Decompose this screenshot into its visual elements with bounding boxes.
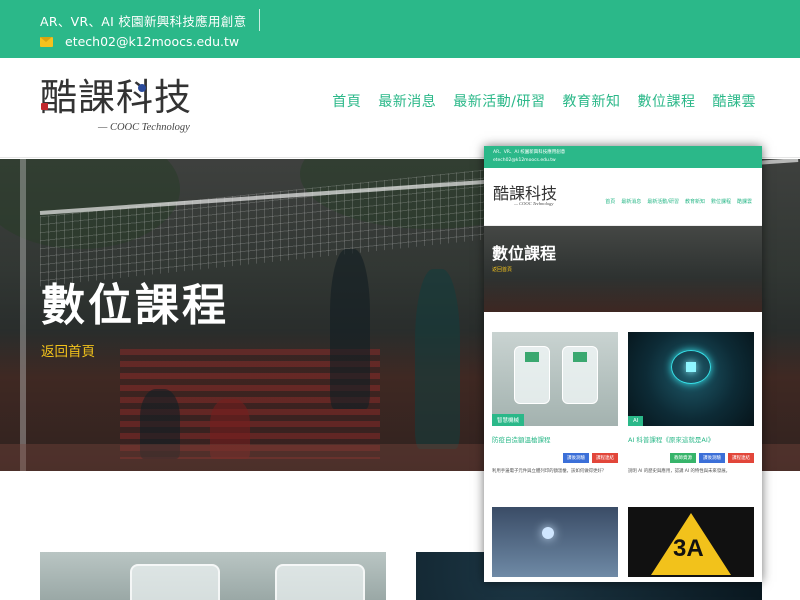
preview-body: 智慧機械 防疫自造額溫槍課程 課後測驗 課程連結 利用手邊電子元件與立體列印的額… [484,312,762,582]
preview-course-link-button: 課程連結 [728,453,754,463]
device-image [130,564,220,600]
preview-card-buttons: 課後測驗 課程連結 [492,453,618,463]
preview-logo-subtitle: — COOC Technology [514,201,554,206]
site-tagline: AR、VR、AI 校園新興科技應用創意 [40,14,247,29]
preview-teacher-resource-button: 教師資源 [670,453,696,463]
preview-category-badge: 智慧機械 [492,414,525,426]
logo-subtitle: — COOC Technology [98,122,190,133]
preview-quiz-button: 課後測驗 [563,453,589,463]
preview-topbar: AR、VR、AI 校園新興科技應用創意 etech02@k12moocs.edu… [484,146,762,168]
preview-page-title: 數位課程 [492,244,557,263]
preview-nav-item: 最新消息 [621,199,642,205]
preview-hero: 數位課程 返回首頁 [484,226,762,312]
chip-image [573,352,587,362]
preview-nav-item: 數位課程 [710,199,731,205]
preview-course-card: 智慧機械 防疫自造額溫槍課程 課後測驗 課程連結 利用手邊電子元件與立體列印的額… [492,332,618,475]
preview-card-title: 防疫自造額溫槍課程 [492,436,551,444]
preview-tagline: AR、VR、AI 校園新興科技應用創意 [493,150,566,155]
page-preview: AR、VR、AI 校園新興科技應用創意 etech02@k12moocs.edu… [484,146,762,582]
course-card-image[interactable] [40,552,386,600]
page-title: 數位課程 [41,280,229,331]
player-silhouette [415,269,460,449]
preview-email: etech02@k12moocs.edu.tw [493,158,556,163]
nav-events[interactable]: 最新活動/研習 [453,91,545,111]
ai-core-image [686,362,696,372]
nav-education[interactable]: 教育新知 [563,91,621,111]
preview-course-card: AI AI 科普課程《原來這就是AI》 教師資源 課後測驗 課程連結 說明 AI… [628,332,754,475]
preview-card-desc: 利用手邊電子元件與立體列印的額溫槍，該如何做得更好？ [492,469,607,474]
preview-card-title: AI 科普課程《原來這就是AI》 [628,436,715,444]
preview-course-card-image: 3A [628,507,754,577]
contact-email[interactable]: etech02@k12moocs.edu.tw [40,34,239,49]
preview-quiz-button: 課後測驗 [699,453,725,463]
back-home-link[interactable]: 返回首頁 [41,340,95,360]
logo-text: 酷課科技 [40,76,192,119]
preview-nav-item: 教育新知 [684,199,705,205]
email-text[interactable]: etech02@k12moocs.edu.tw [65,34,239,49]
net-pole [20,159,26,471]
top-info-bar: AR、VR、AI 校園新興科技應用創意 etech02@k12moocs.edu… [0,0,800,58]
nav-news[interactable]: 最新消息 [378,91,436,111]
preview-card-image: AI [628,332,754,426]
chip-image [525,352,539,362]
nav-courses[interactable]: 數位課程 [638,91,696,111]
preview-nav-item: 最新活動/研習 [647,199,679,205]
nav-home[interactable]: 首頁 [332,91,361,111]
preview-nav-item: 酷課雲 [736,199,752,205]
main-nav: 首頁 最新消息 最新活動/研習 教育新知 數位課程 酷課雲 [332,91,756,111]
preview-card4-text: 3A [673,535,704,562]
preview-card-image: 智慧機械 [492,332,618,426]
robot-light-image [542,527,554,539]
topbar-divider [259,9,260,31]
site-header: 酷課科技 — COOC Technology 首頁 最新消息 最新活動/研習 教… [0,58,800,158]
nav-cooc-cloud[interactable]: 酷課雲 [713,91,757,111]
preview-card-buttons: 教師資源 課後測驗 課程連結 [628,453,754,463]
preview-nav: 首頁 最新消息 最新活動/研習 教育新知 數位課程 酷課雲 [605,198,752,205]
preview-card-desc: 說明 AI 的歷史與應用，認識 AI 的特性與未來發展。 [628,469,730,474]
preview-header: 酷課科技 — COOC Technology 首頁 最新消息 最新活動/研習 教… [484,168,762,226]
device-image [275,564,365,600]
preview-nav-item: 首頁 [605,199,616,205]
preview-category-badge: AI [628,416,644,426]
envelope-icon [40,36,53,47]
preview-back-link: 返回首頁 [492,267,513,273]
logo-red-mark [41,103,48,110]
preview-course-card-image [492,507,618,577]
site-logo[interactable]: 酷課科技 — COOC Technology [40,76,192,133]
logo-blue-dot [138,84,146,92]
player-silhouette [330,249,370,409]
preview-course-link-button: 課程連結 [592,453,618,463]
